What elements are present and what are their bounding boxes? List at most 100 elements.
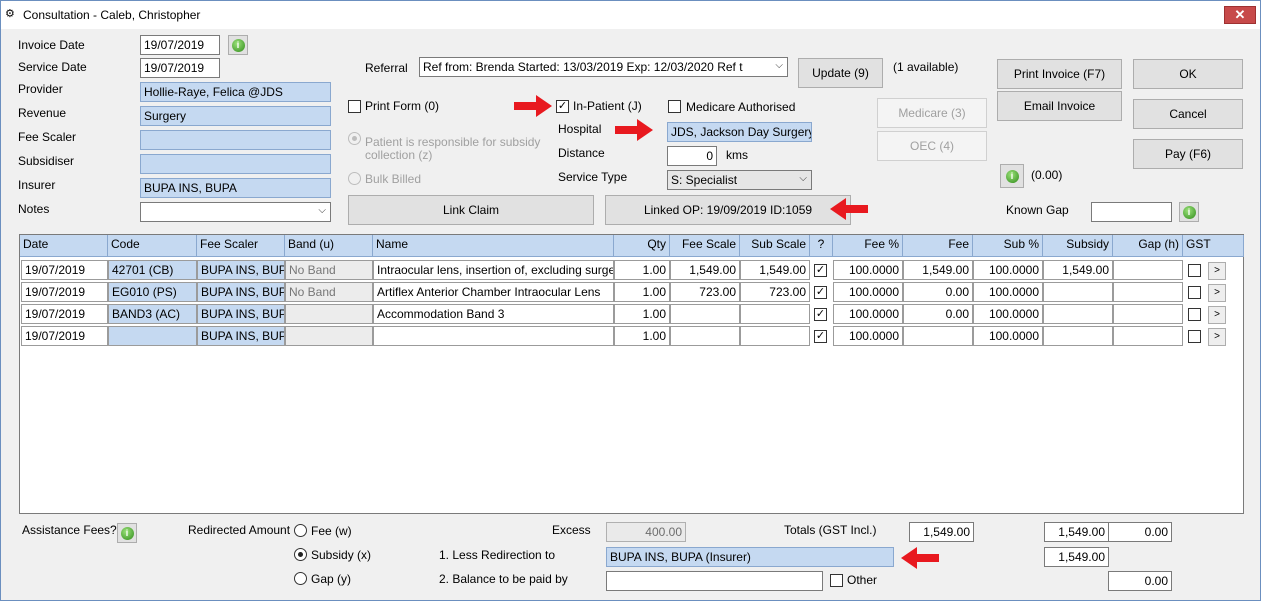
col-name[interactable]: Name (373, 235, 614, 257)
cell-band[interactable]: No Band (285, 260, 373, 280)
cell-fee[interactable]: 1,549.00 (903, 260, 973, 280)
cell-name[interactable] (373, 326, 614, 346)
cell-fee-pct[interactable]: 100.0000 (833, 282, 903, 302)
cell-code[interactable] (108, 326, 197, 346)
invoice-date-info-button[interactable]: i (228, 35, 248, 55)
cell-fee[interactable]: 0.00 (903, 282, 973, 302)
row-question-checkbox[interactable]: ✓ (814, 264, 827, 277)
update-referral-button[interactable]: Update (9) (798, 58, 883, 88)
in-patient-checkbox[interactable]: ✓ (556, 100, 569, 113)
cell-sub-pct[interactable]: 100.0000 (973, 282, 1043, 302)
col-qty[interactable]: Qty (614, 235, 670, 257)
close-button[interactable]: ✕ (1224, 6, 1256, 24)
cancel-button[interactable]: Cancel (1133, 99, 1243, 129)
hospital-field[interactable]: JDS, Jackson Day Surgery (667, 122, 812, 142)
cell-qty[interactable]: 1.00 (614, 304, 670, 324)
ok-button[interactable]: OK (1133, 59, 1243, 89)
bulk-billed-radio[interactable] (348, 172, 361, 185)
cell-fee-scaler[interactable]: BUPA INS, BUPA (197, 326, 285, 346)
row-gst-checkbox[interactable] (1188, 308, 1201, 321)
cell-fee-scaler[interactable]: BUPA INS, BUPA (197, 304, 285, 324)
insurer-field[interactable]: BUPA INS, BUPA (140, 178, 331, 198)
cell-fee[interactable] (903, 326, 973, 346)
cell-sub-scale[interactable]: 1,549.00 (740, 260, 810, 280)
cell-sub-pct[interactable]: 100.0000 (973, 326, 1043, 346)
cell-date[interactable]: 19/07/2019 (21, 260, 108, 280)
cell-subsidy[interactable] (1043, 326, 1113, 346)
cell-code[interactable]: BAND3 (AC) (108, 304, 197, 324)
service-type-dropdown[interactable]: S: Specialist ⌵ (667, 170, 812, 190)
cell-qty[interactable]: 1.00 (614, 260, 670, 280)
oec-button[interactable]: OEC (4) (877, 131, 987, 161)
col-question[interactable]: ? (810, 235, 833, 257)
pay-button[interactable]: Pay (F6) (1133, 139, 1243, 169)
medicare-button[interactable]: Medicare (3) (877, 98, 987, 128)
cell-qty[interactable]: 1.00 (614, 282, 670, 302)
cell-code[interactable]: 42701 (CB) (108, 260, 197, 280)
other-checkbox[interactable] (830, 574, 843, 587)
col-sub-scale[interactable]: Sub Scale (740, 235, 810, 257)
row-expand-button[interactable]: > (1208, 284, 1226, 302)
revenue-field[interactable]: Surgery (140, 106, 331, 126)
gap-radio[interactable] (294, 572, 307, 585)
excess-field[interactable]: 400.00 (606, 522, 686, 542)
provider-field[interactable]: Hollie-Raye, Felica @JDS (140, 82, 331, 102)
cell-fee-scaler[interactable]: BUPA INS, BUPA (197, 282, 285, 302)
notes-dropdown[interactable]: ⌵ (140, 202, 331, 222)
cell-date[interactable]: 19/07/2019 (21, 304, 108, 324)
cell-subsidy[interactable] (1043, 282, 1113, 302)
cell-band[interactable] (285, 326, 373, 346)
referral-dropdown[interactable]: Ref from: Brenda Started: 13/03/2019 Exp… (419, 57, 788, 77)
subsidiser-field[interactable] (140, 154, 331, 174)
print-invoice-button[interactable]: Print Invoice (F7) (997, 59, 1122, 89)
assistance-fees-info-button[interactable]: i (117, 523, 137, 543)
cell-subsidy[interactable] (1043, 304, 1113, 324)
distance-field[interactable]: 0 (667, 146, 717, 166)
col-subsidy[interactable]: Subsidy (1043, 235, 1113, 257)
cell-fee-pct[interactable]: 100.0000 (833, 260, 903, 280)
col-gap[interactable]: Gap (h) (1113, 235, 1183, 257)
row-question-checkbox[interactable]: ✓ (814, 286, 827, 299)
print-form-checkbox[interactable] (348, 100, 361, 113)
cell-sub-scale[interactable]: 723.00 (740, 282, 810, 302)
cell-fee-scale[interactable]: 1,549.00 (670, 260, 740, 280)
col-date[interactable]: Date (20, 235, 108, 257)
cell-gap[interactable] (1113, 304, 1183, 324)
row-gst-checkbox[interactable] (1188, 330, 1201, 343)
cell-name[interactable]: Accommodation Band 3 (373, 304, 614, 324)
row-question-checkbox[interactable]: ✓ (814, 330, 827, 343)
cell-sub-pct[interactable]: 100.0000 (973, 260, 1043, 280)
col-code[interactable]: Code (108, 235, 197, 257)
cell-sub-scale[interactable] (740, 304, 810, 324)
col-band[interactable]: Band (u) (285, 235, 373, 257)
col-fee-pct[interactable]: Fee % (833, 235, 903, 257)
invoice-date-field[interactable]: 19/07/2019 (140, 35, 220, 55)
row-expand-button[interactable]: > (1208, 328, 1226, 346)
col-fee-scale[interactable]: Fee Scale (670, 235, 740, 257)
cell-date[interactable]: 19/07/2019 (21, 282, 108, 302)
fee-scaler-field[interactable] (140, 130, 331, 150)
cell-sub-pct[interactable]: 100.0000 (973, 304, 1043, 324)
cell-fee[interactable]: 0.00 (903, 304, 973, 324)
less-redirection-field[interactable]: BUPA INS, BUPA (Insurer) (606, 547, 894, 567)
service-date-field[interactable]: 19/07/2019 (140, 58, 220, 78)
cell-fee-scale[interactable] (670, 326, 740, 346)
email-invoice-button[interactable]: Email Invoice (997, 91, 1122, 121)
row-question-checkbox[interactable]: ✓ (814, 308, 827, 321)
cell-sub-scale[interactable] (740, 326, 810, 346)
cell-band[interactable]: No Band (285, 282, 373, 302)
cell-name[interactable]: Intraocular lens, insertion of, excludin… (373, 260, 614, 280)
cell-gap[interactable] (1113, 326, 1183, 346)
known-gap-field[interactable] (1091, 202, 1172, 222)
row-gst-checkbox[interactable] (1188, 286, 1201, 299)
patient-responsible-radio[interactable] (348, 132, 361, 145)
cell-name[interactable]: Artiflex Anterior Chamber Intraocular Le… (373, 282, 614, 302)
cell-gap[interactable] (1113, 260, 1183, 280)
cell-code[interactable]: EG010 (PS) (108, 282, 197, 302)
subsidy-radio[interactable] (294, 548, 307, 561)
cell-subsidy[interactable]: 1,549.00 (1043, 260, 1113, 280)
linked-op-button[interactable]: Linked OP: 19/09/2019 ID:1059 (605, 195, 851, 225)
col-gst[interactable]: GST (1183, 235, 1244, 257)
cell-date[interactable]: 19/07/2019 (21, 326, 108, 346)
cell-qty[interactable]: 1.00 (614, 326, 670, 346)
